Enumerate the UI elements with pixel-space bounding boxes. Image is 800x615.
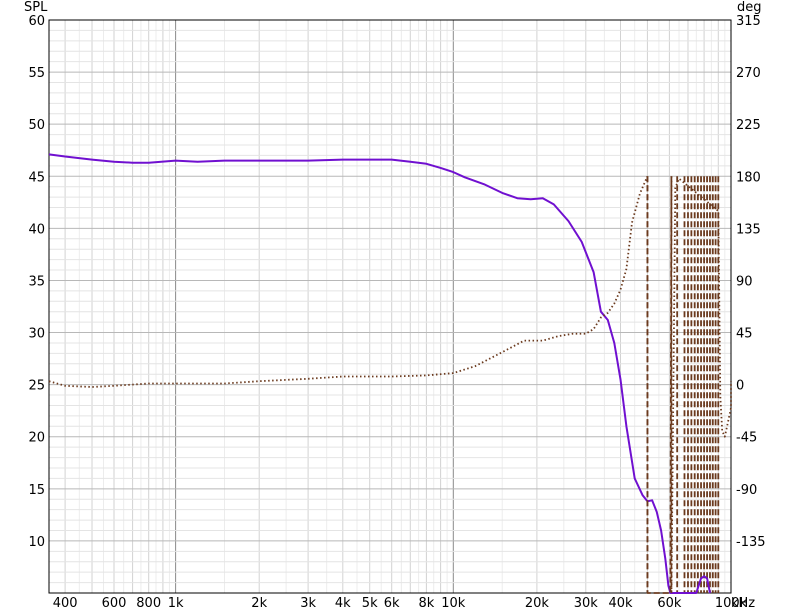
y-left-tick-label: 15 bbox=[28, 483, 45, 498]
y-left-tick-label: 55 bbox=[28, 66, 45, 81]
right-axis-title: deg bbox=[737, 0, 762, 15]
y-right-tick-label: 45 bbox=[736, 327, 753, 342]
x-tick-label: 20k bbox=[525, 596, 550, 611]
left-axis-title: SPL bbox=[24, 0, 48, 15]
y-right-tick-label: 135 bbox=[736, 222, 761, 237]
x-tick-label: 800 bbox=[136, 596, 161, 611]
y-right-tick-label: 0 bbox=[736, 379, 744, 394]
x-tick-label: 5k bbox=[362, 596, 378, 611]
x-tick-label: 60k bbox=[657, 596, 682, 611]
y-right-tick-label: -90 bbox=[736, 483, 757, 498]
x-tick-label: 30k bbox=[574, 596, 599, 611]
x-tick-label: 6k bbox=[384, 596, 400, 611]
y-left-tick-label: 50 bbox=[28, 118, 45, 133]
x-tick-label: 2k bbox=[251, 596, 267, 611]
y-left-tick-label: 40 bbox=[28, 222, 45, 237]
y-left-tick-label: 30 bbox=[28, 327, 45, 342]
y-left-tick-label: 45 bbox=[28, 170, 45, 185]
y-left-tick-label: 25 bbox=[28, 379, 45, 394]
x-unit-label: kHz bbox=[731, 596, 755, 611]
x-tick-label: 600 bbox=[102, 596, 127, 611]
x-tick-label: 400 bbox=[53, 596, 78, 611]
x-tick-label: 1k bbox=[168, 596, 184, 611]
y-left-tick-label: 20 bbox=[28, 431, 45, 446]
y-left-tick-label: 60 bbox=[28, 14, 45, 29]
y-left-tick-label: 35 bbox=[28, 274, 45, 289]
y-left-tick-label: 10 bbox=[28, 535, 45, 550]
y-right-tick-label: 270 bbox=[736, 66, 761, 81]
y-right-tick-label: 180 bbox=[736, 170, 761, 185]
y-right-tick-label: 315 bbox=[736, 14, 761, 29]
y-right-tick-label: -135 bbox=[736, 535, 766, 550]
y-right-tick-label: 225 bbox=[736, 118, 761, 133]
frequency-response-chart: 10 15 20 25 30 35 40 45 50 55 60 -135 -90 -45 0 45 90 13… bbox=[0, 0, 800, 615]
x-tick-label: 40k bbox=[608, 596, 633, 611]
x-tick-label: 3k bbox=[300, 596, 316, 611]
x-tick-label: 8k bbox=[418, 596, 434, 611]
x-tick-label: 10k bbox=[441, 596, 466, 611]
x-tick-label: 4k bbox=[335, 596, 351, 611]
y-right-tick-label: 90 bbox=[736, 274, 753, 289]
plot-background bbox=[0, 0, 800, 615]
y-right-tick-label: -45 bbox=[736, 431, 757, 446]
